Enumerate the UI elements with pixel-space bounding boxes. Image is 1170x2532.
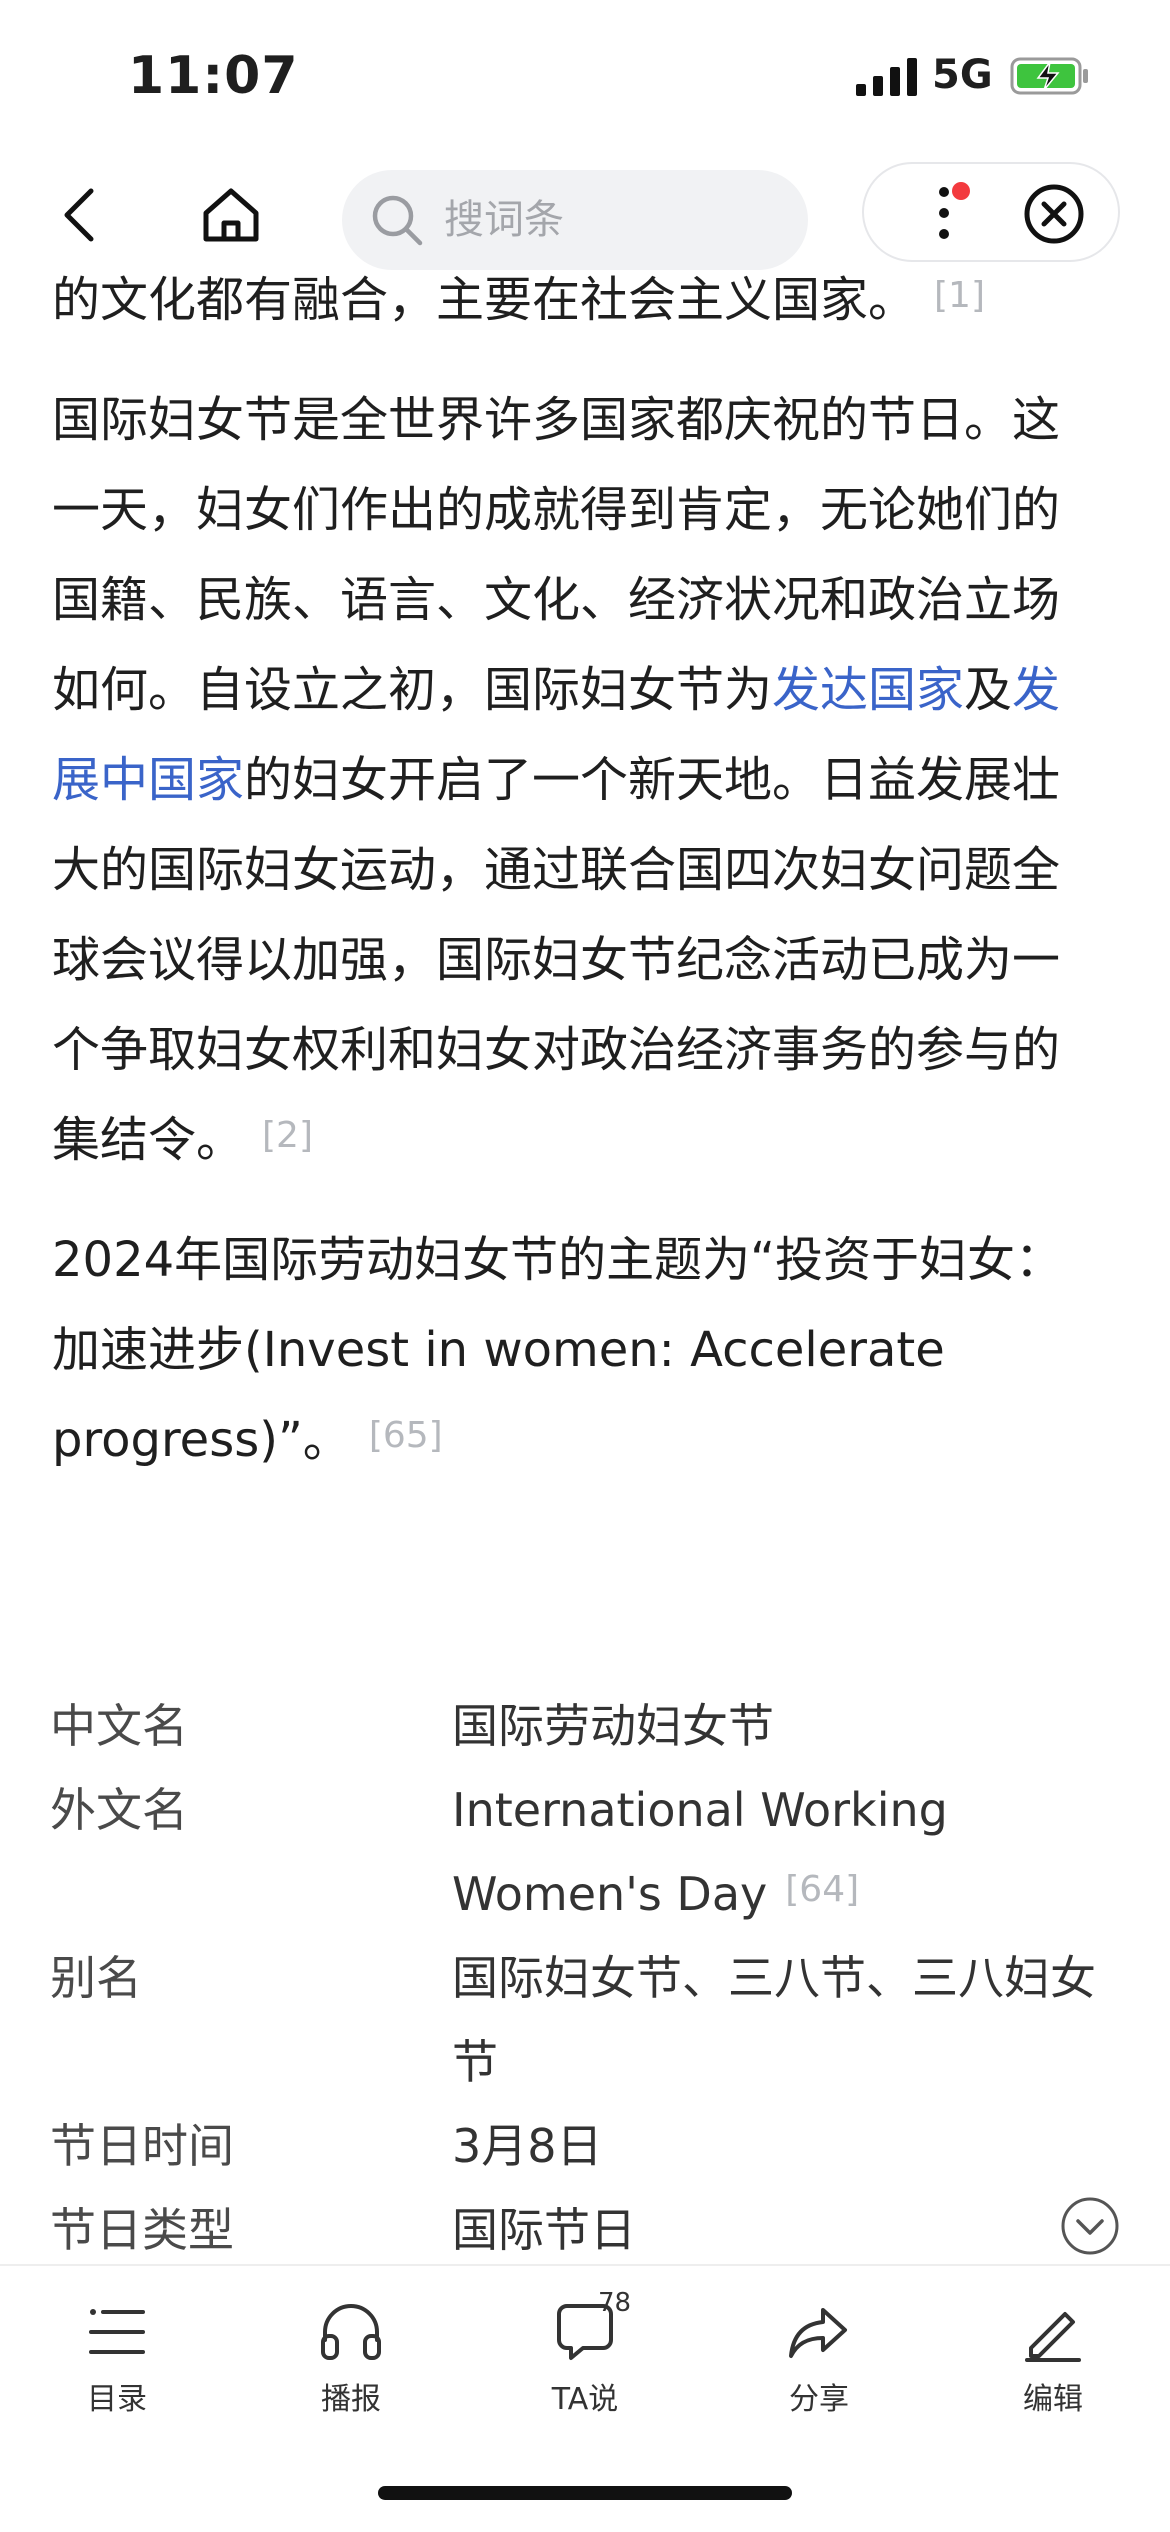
tab-share[interactable]: 分享 xyxy=(702,2266,936,2446)
paragraph-2: 2024年国际劳动妇女节的主题为“投资于妇女：加速进步(Invest in wo… xyxy=(52,1215,1088,1485)
comment-count-badge: 78 xyxy=(598,2288,632,2318)
info-row: 节日类型 国际节日 xyxy=(50,2188,1100,2272)
tab-label: 编辑 xyxy=(1023,2382,1083,2417)
info-value-text: International Working Women's Day xyxy=(452,1783,948,1921)
basic-info-box: 中文名 国际劳动妇女节 外文名 International Working Wo… xyxy=(50,1684,1100,2272)
info-row: 中文名 国际劳动妇女节 xyxy=(50,1684,1100,1768)
tab-talk[interactable]: 78 TA说 xyxy=(468,2266,702,2446)
tab-label: 目录 xyxy=(87,2382,147,2417)
network-type: 5G xyxy=(932,52,993,98)
info-key: 别名 xyxy=(50,1951,142,2005)
citation-link[interactable]: [2] xyxy=(262,1115,313,1156)
article-body: 的文化都有融合，主要在社会主义国家。 [1] 国际妇女节是全世界许多国家都庆祝的节… xyxy=(52,255,1088,1515)
info-value: 国际节日 xyxy=(452,2203,636,2257)
paragraph-text: 及 xyxy=(964,662,1013,718)
home-indicator[interactable] xyxy=(378,2486,792,2500)
notification-dot xyxy=(952,182,970,200)
tab-toc[interactable]: 目录 xyxy=(0,2266,234,2446)
signal-icon xyxy=(856,58,917,96)
share-arrow-icon xyxy=(789,2308,847,2358)
citation-link[interactable]: [65] xyxy=(369,1415,443,1456)
info-value: 3月8日 xyxy=(452,2119,603,2173)
info-value: 国际妇女节、三八节、三八妇女节 xyxy=(452,1951,1096,2089)
back-button[interactable] xyxy=(44,180,114,250)
mini-program-capsule xyxy=(862,162,1120,262)
info-row: 别名 国际妇女节、三八节、三八妇女节 xyxy=(50,1936,1100,2104)
close-circle-icon[interactable] xyxy=(1022,182,1086,246)
expand-chevron-icon[interactable] xyxy=(1060,2196,1120,2256)
citation-link[interactable]: [1] xyxy=(934,275,985,316)
top-nav-bar xyxy=(0,150,1170,270)
paragraph-text: 的文化都有融合，主要在社会主义国家。 xyxy=(52,272,917,328)
paragraph-text: 的妇女开启了一个新天地。日益发展壮大的国际妇女运动，通过联合国四次妇女问题全球会… xyxy=(52,752,1061,1168)
tab-label: TA说 xyxy=(551,2382,619,2417)
search-input[interactable] xyxy=(442,196,806,244)
tab-label: 分享 xyxy=(789,2382,849,2417)
citation-link[interactable]: [64] xyxy=(785,1869,859,1910)
status-bar: 11:07 5G xyxy=(0,0,1170,150)
link-developed-countries[interactable]: 发达国家 xyxy=(772,662,964,718)
search-box[interactable] xyxy=(342,170,808,270)
list-icon xyxy=(89,2309,145,2354)
chevron-left-icon xyxy=(64,188,94,242)
info-key: 外文名 xyxy=(50,1783,188,1837)
info-key: 节日时间 xyxy=(50,2119,234,2173)
info-key: 节日类型 xyxy=(50,2203,234,2257)
pencil-icon xyxy=(1025,2312,1081,2362)
search-icon xyxy=(372,195,423,246)
tab-edit[interactable]: 编辑 xyxy=(936,2266,1170,2446)
headphones-icon xyxy=(321,2304,381,2360)
paragraph-text: 2024年国际劳动妇女节的主题为“投资于妇女：加速进步(Invest in wo… xyxy=(52,1232,1064,1468)
paragraph-1: 国际妇女节是全世界许多国家都庆祝的节日。这一天，妇女们作出的成就得到肯定，无论她… xyxy=(52,375,1088,1185)
bottom-tab-bar: 目录 播报 78 TA说 分享 编辑 xyxy=(0,2264,1170,2446)
info-value: International Working Women's Day [64] xyxy=(452,1768,1100,1936)
home-icon xyxy=(203,188,259,242)
status-time: 11:07 xyxy=(128,46,299,106)
info-key: 中文名 xyxy=(50,1699,188,1753)
info-value: 国际劳动妇女节 xyxy=(452,1699,774,1753)
tab-broadcast[interactable]: 播报 xyxy=(234,2266,468,2446)
home-button[interactable] xyxy=(196,180,266,250)
info-row: 节日时间 3月8日 xyxy=(50,2104,1100,2188)
info-row: 外文名 International Working Women's Day [64… xyxy=(50,1768,1100,1936)
tab-label: 播报 xyxy=(321,2382,381,2417)
battery-charging-icon xyxy=(1010,57,1088,95)
